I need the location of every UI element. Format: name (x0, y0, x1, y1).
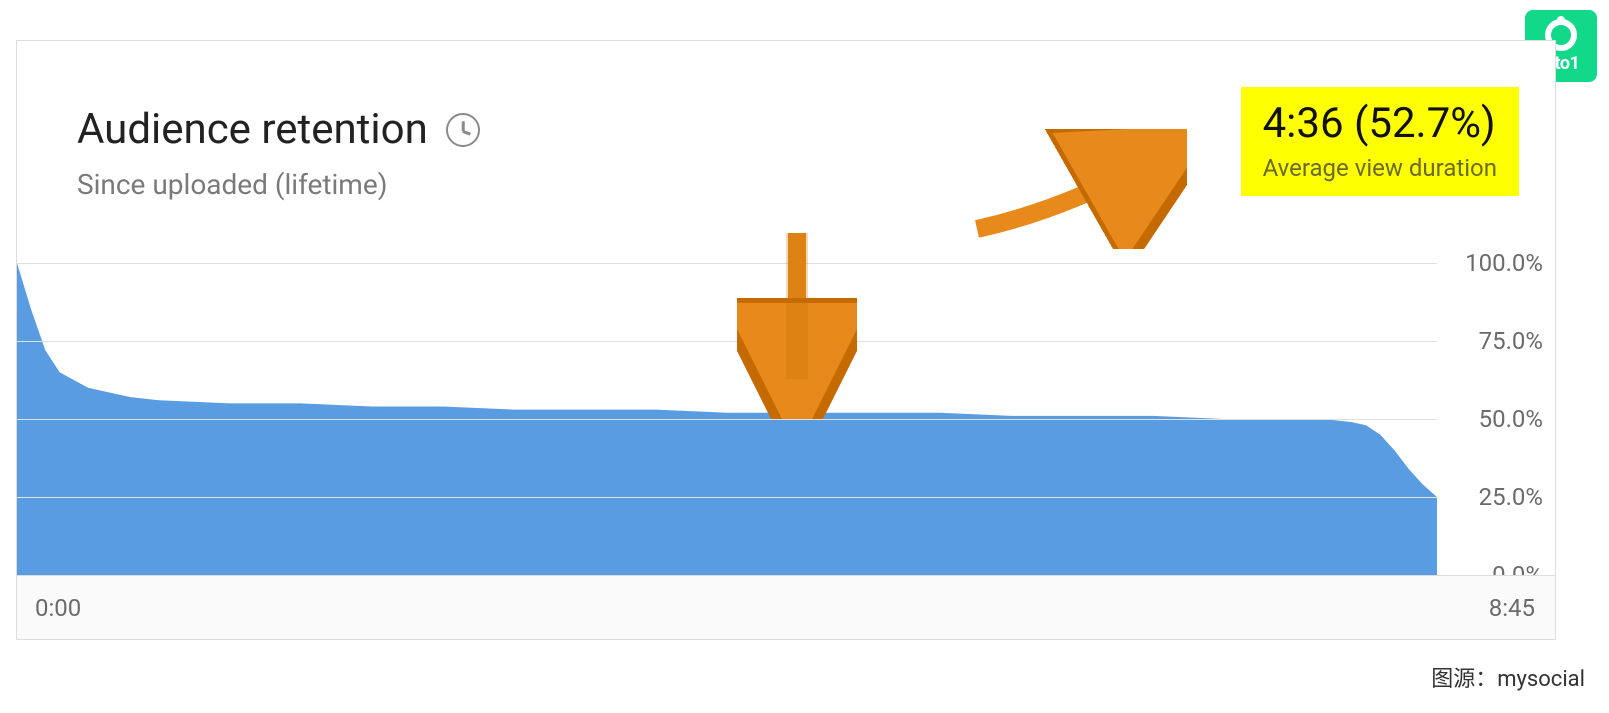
gridline (17, 497, 1437, 498)
chart-area: 100.0%75.0%50.0%25.0%0.0% (17, 263, 1555, 575)
card-subtitle: Since uploaded (lifetime) (77, 168, 480, 201)
y-tick-label: 100.0% (1465, 249, 1543, 277)
y-tick-label: 25.0% (1479, 483, 1543, 511)
x-axis: 0:00 8:45 (17, 575, 1555, 639)
card-title: Audience retention (77, 105, 480, 154)
y-tick-label: 75.0% (1479, 327, 1543, 355)
arrow-right-icon (957, 129, 1187, 249)
y-tick-label: 50.0% (1479, 405, 1543, 433)
gridline (17, 419, 1437, 420)
title-text: Audience retention (77, 105, 428, 154)
x-tick-start: 0:00 (35, 594, 81, 622)
plot-region (17, 263, 1437, 575)
retention-card: Audience retention Since uploaded (lifet… (16, 40, 1556, 640)
avg-view-duration-box: 4:36 (52.7%) Average view duration (1241, 87, 1519, 196)
x-tick-end: 8:45 (1489, 594, 1535, 622)
avg-view-duration-label: Average view duration (1263, 154, 1497, 182)
clock-icon (446, 113, 480, 147)
card-header: Audience retention Since uploaded (lifet… (77, 105, 480, 201)
image-credit: 图源：mysocial (1431, 661, 1585, 693)
avg-view-duration-value: 4:36 (52.7%) (1263, 99, 1497, 148)
gridline (17, 263, 1437, 264)
gridline (17, 341, 1437, 342)
